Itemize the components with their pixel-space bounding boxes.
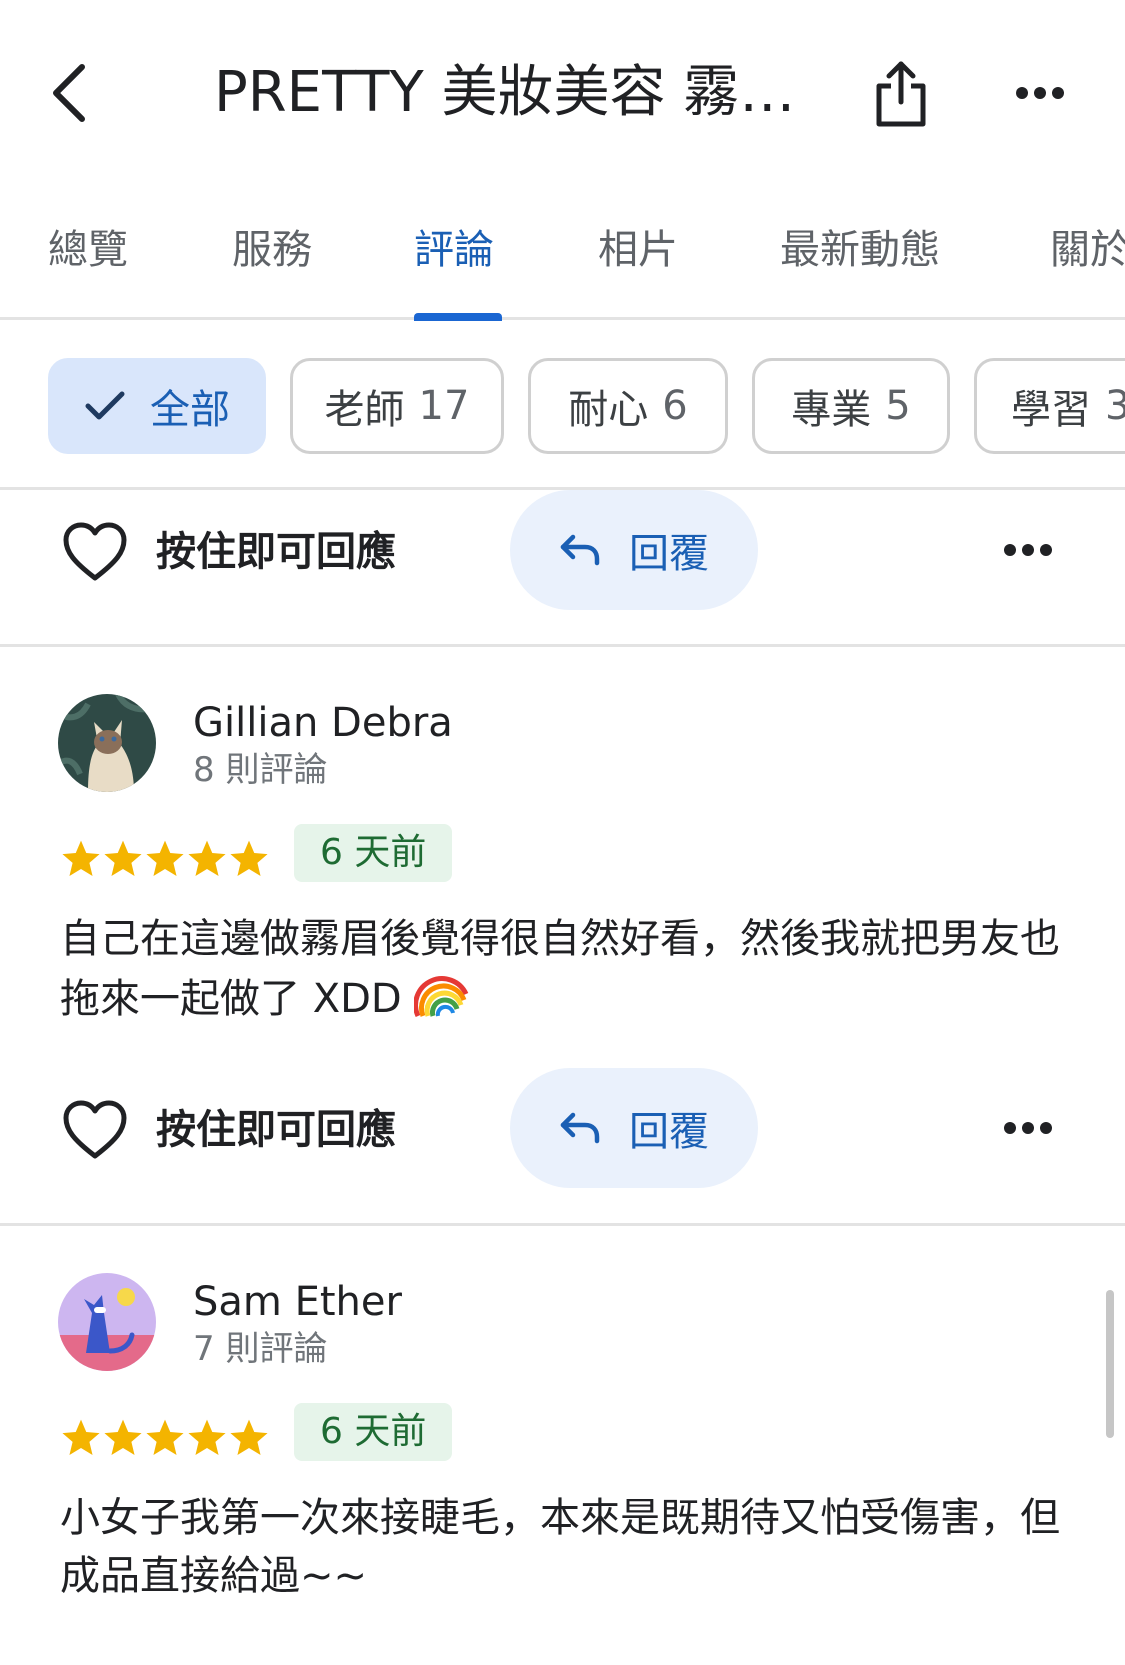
review-date-badge: 6 天前 (294, 1403, 453, 1461)
chip-all[interactable]: 全部 (48, 358, 266, 454)
share-button[interactable] (868, 54, 934, 134)
avatar[interactable] (58, 694, 156, 792)
hold-to-react-label: 按住即可回應 (156, 1107, 396, 1153)
check-icon (84, 389, 126, 423)
more-horiz-icon (1016, 87, 1064, 99)
chip-count: 6 (662, 383, 688, 429)
star-icon (146, 1419, 184, 1455)
tab-bar: 總覽 服務 評論 相片 最新動態 關於 (0, 200, 1125, 321)
chevron-left-icon (53, 64, 85, 122)
page-title: PRETTY 美妝美容 霧… (214, 60, 796, 125)
reply-button[interactable]: 回覆 (510, 490, 758, 610)
chip-professional[interactable]: 專業 5 (752, 358, 950, 454)
chip-label: 專業 (791, 387, 872, 433)
chip-count: 17 (418, 383, 470, 429)
star-icon (230, 1419, 268, 1455)
tab-overview[interactable]: 總覽 (48, 222, 128, 282)
star-icon (188, 1419, 226, 1455)
top-app-bar: PRETTY 美妝美容 霧… (0, 0, 1125, 190)
reply-icon (559, 533, 601, 567)
reviewer-name[interactable]: Gillian Debra (193, 698, 453, 748)
scrollbar[interactable] (1106, 1290, 1114, 1438)
review-more-button[interactable] (1000, 530, 1056, 570)
chip-patience[interactable]: 耐心 6 (528, 358, 728, 454)
tab-about[interactable]: 關於 (1050, 222, 1125, 282)
tab-services[interactable]: 服務 (232, 222, 312, 282)
reply-label: 回覆 (629, 1109, 709, 1155)
review-card: Gillian Debra 8 則評論 6 天前 自己在這邊做霧眉後覺得很自然好… (0, 694, 1125, 1024)
star-icon (62, 840, 100, 876)
star-icon (146, 840, 184, 876)
review-date-badge: 6 天前 (294, 824, 453, 882)
more-horiz-icon (1004, 1122, 1052, 1134)
chip-teacher[interactable]: 老師 17 (290, 358, 504, 454)
rainbow-emoji-icon (414, 976, 469, 1018)
review-more-button[interactable] (1000, 1108, 1056, 1148)
chip-learning[interactable]: 學習 3 (974, 358, 1125, 454)
star-icon (230, 840, 268, 876)
star-icon (188, 840, 226, 876)
review-card: Sam Ether 7 則評論 6 天前 小女子我第一次來接睫毛，本來是既期待又… (0, 1273, 1125, 1653)
review-actions: 按住即可回應 回覆 (0, 1068, 1125, 1198)
chip-label: 全部 (150, 387, 230, 433)
reviewer-review-count: 8 則評論 (193, 750, 328, 790)
chip-count: 3 (1105, 383, 1125, 429)
tab-reviews[interactable]: 評論 (414, 222, 494, 282)
star-icon (62, 1419, 100, 1455)
star-rating (60, 1413, 270, 1463)
review-text: 自己在這邊做霧眉後覺得很自然好看，然後我就把男友也拖來一起做了 XDD (60, 910, 1070, 1028)
heart-icon[interactable] (62, 520, 128, 586)
reply-icon (559, 1111, 601, 1145)
chip-label: 老師 (324, 387, 405, 433)
review-text-content: 自己在這邊做霧眉後覺得很自然好看，然後我就把男友也拖來一起做了 XDD (60, 916, 1060, 1022)
more-horiz-icon (1004, 544, 1052, 556)
reply-label: 回覆 (629, 531, 709, 577)
tab-photos[interactable]: 相片 (598, 222, 678, 282)
share-icon (876, 61, 926, 127)
star-icon (104, 840, 142, 876)
star-icon (104, 1419, 142, 1455)
reply-button[interactable]: 回覆 (510, 1068, 758, 1188)
back-button[interactable] (38, 58, 98, 128)
review-text: 小女子我第一次來接睫毛，本來是既期待又怕受傷害，但成品直接給過~~ (60, 1495, 1060, 1599)
more-options-button[interactable] (1010, 68, 1070, 118)
chip-label: 耐心 (568, 387, 649, 433)
review-filter-chips: 全部 老師 17 耐心 6 專業 5 學習 3 (0, 320, 1125, 490)
reviewer-review-count: 7 則評論 (193, 1329, 328, 1369)
hold-to-react-label: 按住即可回應 (156, 529, 396, 575)
reviewer-name[interactable]: Sam Ether (193, 1277, 402, 1327)
tab-updates[interactable]: 最新動態 (780, 222, 940, 282)
chip-count: 5 (885, 383, 911, 429)
review-actions: 按住即可回應 回覆 (0, 490, 1125, 620)
divider (0, 1223, 1125, 1226)
heart-icon[interactable] (62, 1098, 128, 1164)
chip-label: 學習 (1011, 387, 1091, 433)
divider (0, 644, 1125, 647)
star-rating (60, 834, 270, 884)
avatar[interactable] (58, 1273, 156, 1371)
